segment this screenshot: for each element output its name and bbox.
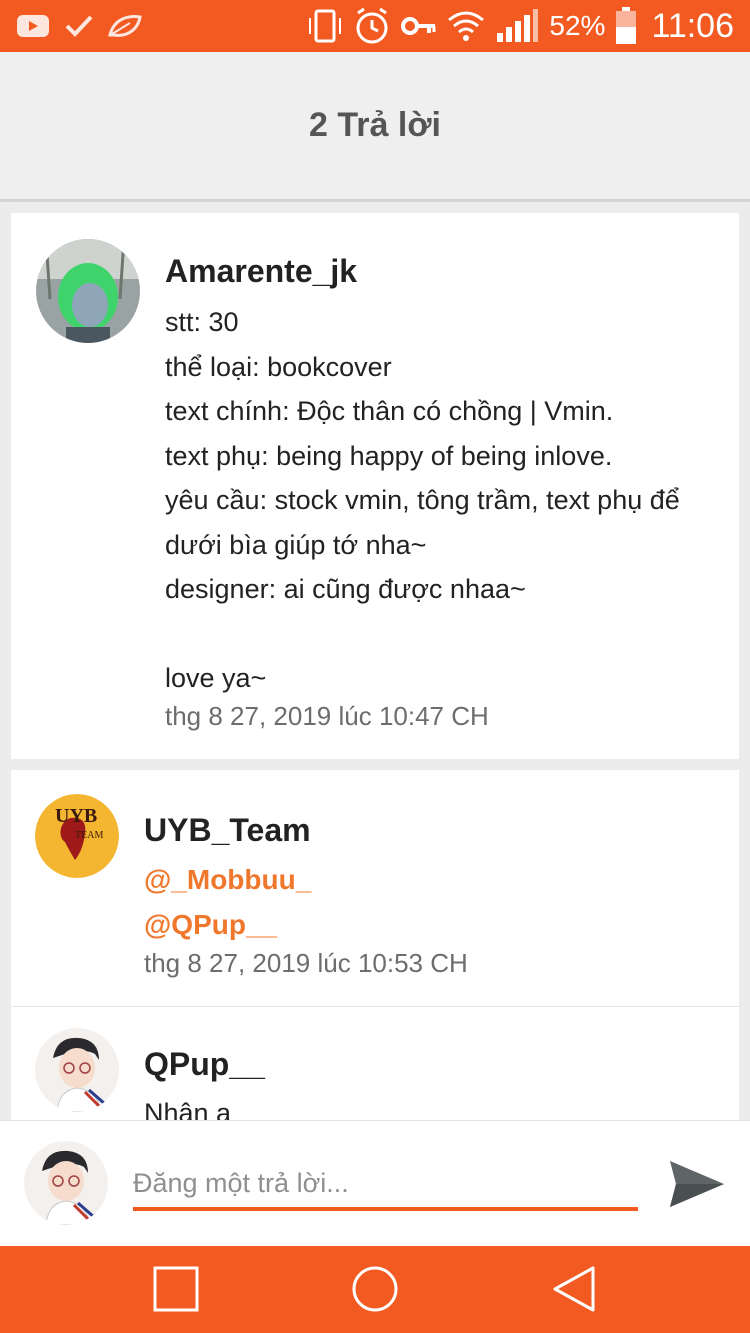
key-icon xyxy=(401,11,437,41)
reply-composer xyxy=(0,1120,750,1247)
page-title: 2 Trả lời xyxy=(309,106,441,144)
clock: 11:06 xyxy=(651,6,734,45)
home-button[interactable] xyxy=(351,1265,399,1318)
check-icon xyxy=(64,13,94,39)
comment-card: Amarente_jk stt: 30 thể loại: bookcover … xyxy=(11,213,739,759)
leaf-icon xyxy=(108,13,142,39)
vibrate-icon xyxy=(307,8,343,44)
comment-username[interactable]: QPup__ xyxy=(144,1046,265,1083)
send-button[interactable] xyxy=(668,1157,726,1216)
signal-icon xyxy=(495,9,539,43)
comment-thread-card: UYB TEAM UYB_Team @_Mobbuu_ @QPup__ thg … xyxy=(11,770,739,1120)
mention-link[interactable]: @QPup__ xyxy=(144,902,277,947)
status-bar: 52% 11:06 xyxy=(0,0,750,52)
current-user-avatar xyxy=(24,1141,108,1225)
send-icon xyxy=(670,1161,724,1207)
reply-input[interactable] xyxy=(133,1159,638,1211)
avatar[interactable] xyxy=(35,1028,119,1112)
youtube-icon xyxy=(16,13,50,39)
battery-icon xyxy=(615,7,637,45)
recents-button[interactable] xyxy=(153,1266,199,1317)
navigation-bar xyxy=(0,1246,750,1333)
back-button[interactable] xyxy=(551,1266,597,1317)
avatar-logo-text: UYB xyxy=(55,805,97,827)
app-header: 2 Trả lời xyxy=(0,52,750,202)
comment-username[interactable]: Amarente_jk xyxy=(165,253,357,290)
triangle-back-icon xyxy=(553,1266,595,1312)
comment-body: stt: 30 thể loại: bookcover text chính: … xyxy=(165,307,680,693)
comment-username[interactable]: UYB_Team xyxy=(144,812,311,849)
avatar[interactable] xyxy=(36,239,140,343)
avatar-logo-subtext: TEAM xyxy=(75,830,103,841)
square-icon xyxy=(153,1266,199,1312)
battery-percent: 52% xyxy=(549,10,606,41)
alarm-icon xyxy=(353,7,391,45)
comment-body: Nhận a xyxy=(144,1098,232,1120)
avatar[interactable]: UYB TEAM xyxy=(35,794,119,878)
comment-timestamp: thg 8 27, 2019 lúc 10:47 CH xyxy=(165,701,489,731)
reply-list[interactable]: Amarente_jk stt: 30 thể loại: bookcover … xyxy=(0,202,750,1120)
wifi-icon xyxy=(447,10,485,42)
circle-icon xyxy=(352,1266,398,1312)
divider xyxy=(11,1006,739,1007)
comment-timestamp: thg 8 27, 2019 lúc 10:53 CH xyxy=(144,948,468,978)
mention-link[interactable]: @_Mobbuu_ xyxy=(144,857,311,902)
